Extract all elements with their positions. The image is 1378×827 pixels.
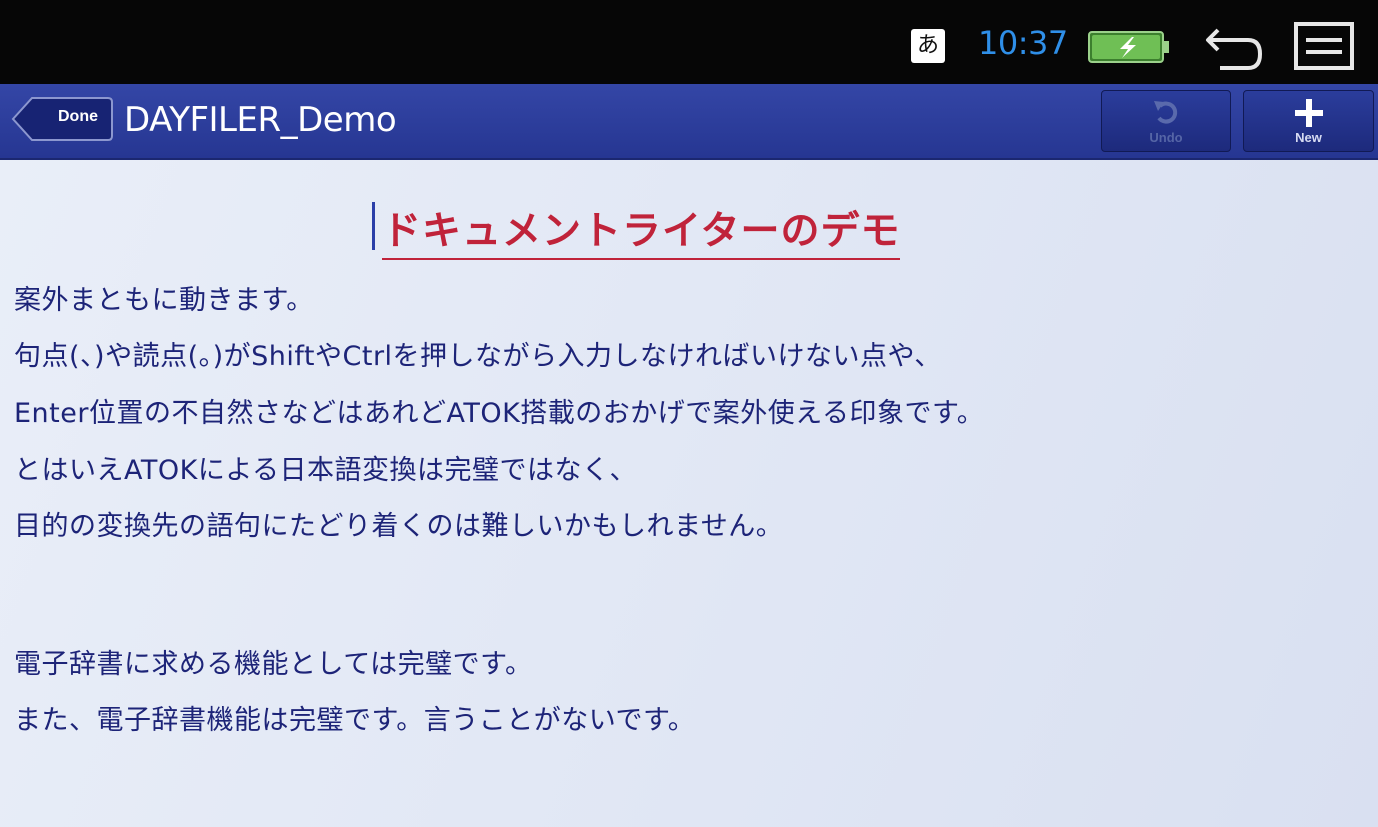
document-title[interactable]: ドキュメントライターのデモ — [382, 200, 901, 260]
device-screen: あ 10:37 Done DAYFILER_Demo Undo New ドキュメ… — [0, 0, 1378, 827]
document-editor[interactable]: ドキュメントライターのデモ 案外まともに動きます。 句点(、)や読点(。)がSh… — [0, 160, 1378, 827]
menu-icon[interactable] — [1292, 20, 1356, 72]
document-name: DAYFILER_Demo — [124, 100, 397, 140]
ime-mode-indicator[interactable]: あ — [911, 29, 945, 63]
battery-icon — [1088, 31, 1169, 63]
new-label: New — [1295, 130, 1322, 145]
plus-icon — [1294, 99, 1323, 127]
new-button[interactable]: New — [1243, 90, 1374, 152]
undo-label: Undo — [1149, 130, 1183, 145]
document-line[interactable]: Enter位置の不自然さなどはあれどATOK搭載のおかげで案外使える印象です。 — [14, 391, 984, 430]
app-bar: Done DAYFILER_Demo Undo New — [0, 84, 1378, 160]
status-bar: あ 10:37 — [0, 0, 1378, 84]
document-line[interactable]: 案外まともに動きます。 — [14, 278, 314, 317]
document-line[interactable]: 電子辞書に求める機能としては完璧です。 — [14, 642, 532, 681]
undo-button[interactable]: Undo — [1101, 90, 1231, 152]
status-clock: 10:37 — [978, 24, 1068, 62]
document-line[interactable]: 句点(、)や読点(。)がShiftやCtrlを押しながら入力しなければいけない点… — [14, 334, 942, 373]
text-cursor — [372, 202, 375, 250]
back-icon[interactable] — [1204, 22, 1264, 74]
done-button[interactable]: Done — [10, 96, 114, 142]
document-line[interactable]: 目的の変換先の語句にたどり着くのは難しいかもしれません。 — [14, 504, 783, 543]
document-line[interactable]: また、電子辞書機能は完璧です。言うことがないです。 — [14, 698, 695, 737]
undo-icon — [1154, 101, 1178, 124]
document-line[interactable]: とはいえATOKによる日本語変換は完璧ではなく、 — [14, 448, 637, 487]
done-button-label: Done — [58, 108, 98, 125]
